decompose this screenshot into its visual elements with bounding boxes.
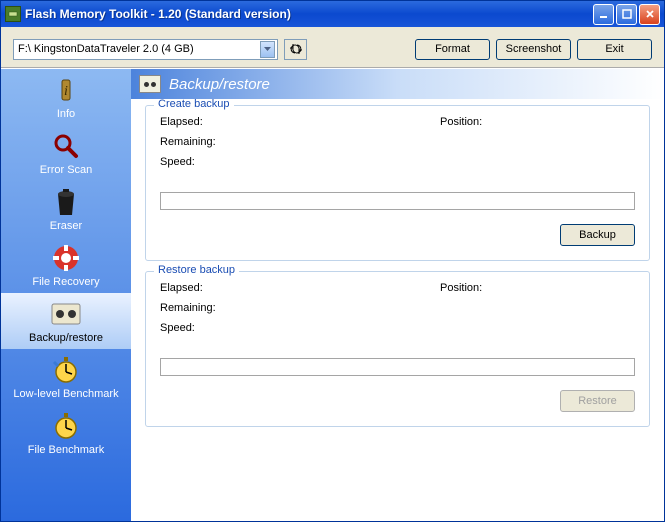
maximize-button[interactable] — [616, 4, 637, 25]
toolbar: F:\ KingstonDataTraveler 2.0 (4 GB) Form… — [1, 27, 664, 67]
elapsed-label: Elapsed: — [160, 282, 440, 294]
remaining-label: Remaining: — [160, 136, 440, 148]
magnifier-icon — [50, 130, 82, 162]
speed-label: Speed: — [160, 156, 440, 168]
position-label: Position: — [440, 116, 635, 128]
life-ring-icon — [50, 242, 82, 274]
trash-icon — [50, 186, 82, 218]
sidebar: i Info Error Scan Eraser File — [1, 69, 131, 521]
window-controls — [593, 4, 660, 25]
create-backup-legend: Create backup — [154, 99, 234, 110]
titlebar: Flash Memory Toolkit - 1.20 (Standard ve… — [1, 1, 664, 27]
drive-select[interactable]: F:\ KingstonDataTraveler 2.0 (4 GB) — [13, 39, 278, 60]
app-icon — [5, 6, 21, 22]
svg-text:i: i — [64, 84, 68, 99]
sidebar-item-label: Eraser — [50, 220, 82, 232]
minimize-button[interactable] — [593, 4, 614, 25]
restore-progress-bar — [160, 358, 635, 376]
sidebar-item-label: Error Scan — [40, 164, 93, 176]
tape-icon — [139, 75, 161, 93]
exit-button[interactable]: Exit — [577, 39, 652, 60]
sidebar-item-label: File Recovery — [32, 276, 99, 288]
sidebar-item-label: File Benchmark — [28, 444, 104, 456]
screenshot-button[interactable]: Screenshot — [496, 39, 571, 60]
app-window: Flash Memory Toolkit - 1.20 (Standard ve… — [0, 0, 665, 522]
sidebar-item-label: Info — [57, 108, 75, 120]
dropdown-arrow-icon — [260, 41, 275, 58]
close-button[interactable] — [639, 4, 660, 25]
sidebar-item-backup-restore[interactable]: Backup/restore — [1, 293, 131, 349]
body-area: i Info Error Scan Eraser File — [1, 67, 664, 521]
sidebar-item-error-scan[interactable]: Error Scan — [1, 125, 131, 181]
tape-icon — [50, 298, 82, 330]
sidebar-item-low-level-benchmark[interactable]: Low-level Benchmark — [1, 349, 131, 405]
info-icon: i — [50, 74, 82, 106]
position-label: Position: — [440, 282, 635, 294]
create-backup-group: Create backup Elapsed: Position: Remaini… — [145, 105, 650, 261]
sidebar-item-file-benchmark[interactable]: File Benchmark — [1, 405, 131, 461]
elapsed-label: Elapsed: — [160, 116, 440, 128]
panel-title: Backup/restore — [169, 76, 270, 93]
sidebar-item-label: Backup/restore — [29, 332, 103, 344]
sidebar-item-file-recovery[interactable]: File Recovery — [1, 237, 131, 293]
sidebar-item-eraser[interactable]: Eraser — [1, 181, 131, 237]
restore-button: Restore — [560, 390, 635, 412]
backup-button[interactable]: Backup — [560, 224, 635, 246]
create-progress-bar — [160, 192, 635, 210]
panel-header: Backup/restore — [131, 69, 664, 99]
main-panel: Backup/restore Create backup Elapsed: Po… — [131, 69, 664, 521]
restore-backup-legend: Restore backup — [154, 264, 239, 276]
sidebar-item-info[interactable]: i Info — [1, 69, 131, 125]
stopwatch-icon — [50, 354, 82, 386]
refresh-button[interactable] — [284, 39, 307, 60]
panel-body: Create backup Elapsed: Position: Remaini… — [131, 99, 664, 521]
speed-label: Speed: — [160, 322, 440, 334]
remaining-label: Remaining: — [160, 302, 440, 314]
sidebar-item-label: Low-level Benchmark — [13, 388, 118, 400]
drive-select-value: F:\ KingstonDataTraveler 2.0 (4 GB) — [18, 43, 260, 55]
stopwatch-icon — [50, 410, 82, 442]
format-button[interactable]: Format — [415, 39, 490, 60]
restore-backup-group: Restore backup Elapsed: Position: Remain… — [145, 271, 650, 427]
window-title: Flash Memory Toolkit - 1.20 (Standard ve… — [25, 7, 593, 21]
refresh-icon — [289, 42, 303, 56]
